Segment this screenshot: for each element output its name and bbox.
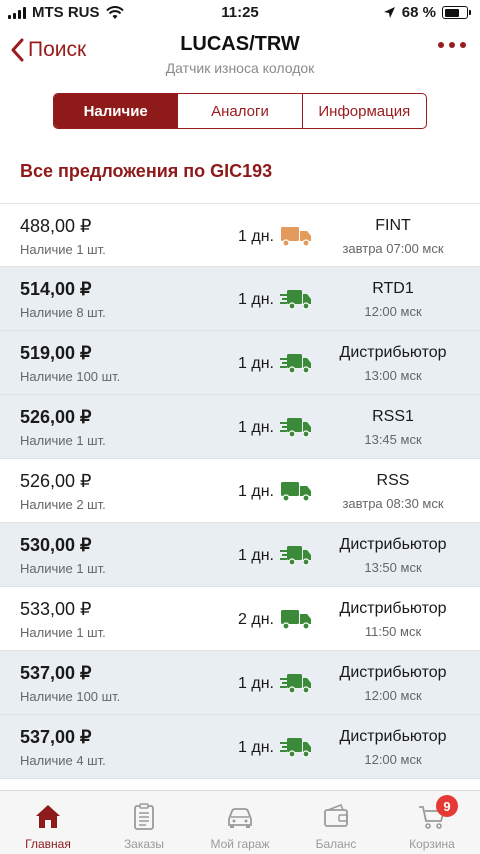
offer-row[interactable]: 488,00 ₽ Наличие 1 шт. 1 дн. FINT завтра 07:… — [0, 203, 480, 267]
supplier-name: Дистрибьютор — [339, 344, 447, 361]
delivery-days: 1 дн. — [238, 291, 274, 308]
navigation-bar: Поиск LUCAS/TRW Датчик износа колодок — [0, 28, 480, 84]
battery-percent: 68 % — [401, 4, 436, 21]
clipboard-icon — [134, 803, 154, 830]
supplier-name: RTD1 — [372, 280, 414, 297]
fast-truck-green-icon — [280, 543, 312, 567]
status-right: 68 % — [383, 4, 471, 21]
page-subtitle: Датчик износа колодок — [165, 60, 315, 76]
home-icon — [36, 805, 60, 828]
ship-time: 11:50 мск — [364, 624, 422, 639]
tabbar-balance-label: Баланс — [315, 837, 357, 851]
ship-time: 12:00 мск — [364, 752, 422, 767]
delivery-days: 1 дн. — [238, 675, 274, 692]
truck-green-icon — [280, 479, 312, 503]
truck-orange-icon — [280, 224, 312, 248]
supplier-name: RSS — [376, 472, 410, 489]
tab-bar: Главная Заказы Мой гараж Баланс Корзина … — [0, 790, 480, 854]
tabbar-cart-label: Корзина — [409, 837, 455, 851]
fast-truck-green-icon — [280, 287, 312, 311]
offer-stock: Наличие 2 шт. — [20, 497, 106, 512]
delivery-days: 1 дн. — [238, 483, 274, 500]
more-menu-icon[interactable] — [438, 42, 466, 48]
tabbar-garage-label: Мой гараж — [210, 837, 270, 851]
offer-stock: Наличие 1 шт. — [20, 561, 106, 576]
offer-stock: Наличие 1 шт. — [20, 242, 106, 257]
fast-truck-green-icon — [280, 671, 312, 695]
offer-row[interactable]: 537,00 ₽ Наличие 4 шт. 1 дн. Дистрибьютор 12… — [0, 715, 480, 779]
supplier-name: FINT — [375, 217, 411, 234]
offer-stock: Наличие 100 шт. — [20, 369, 121, 384]
offer-stock: Наличие 1 шт. — [20, 433, 106, 448]
ship-time: завтра 07:00 мск — [342, 241, 444, 256]
cart-count-badge: 9 — [436, 795, 458, 817]
tabbar-home-label: Главная — [25, 837, 71, 851]
tabbar-orders[interactable]: Заказы — [96, 791, 192, 854]
car-icon — [228, 808, 252, 828]
section-title: Все предложения по GIC193 — [20, 161, 273, 181]
ship-time: завтра 08:30 мск — [342, 496, 444, 511]
fast-truck-green-icon — [280, 415, 312, 439]
supplier-name: RSS1 — [372, 408, 414, 425]
status-bar: MTS RUS 11:25 68 % — [0, 0, 480, 26]
supplier-name: Дистрибьютор — [339, 728, 447, 745]
offer-price: 488,00 ₽ — [20, 216, 92, 236]
offer-stock: Наличие 1 шт. — [20, 625, 106, 640]
offer-stock: Наличие 4 шт. — [20, 753, 106, 768]
location-arrow-icon — [383, 7, 395, 18]
offer-row[interactable]: 537,00 ₽ Наличие 100 шт. 1 дн. Дистрибьютор… — [0, 651, 480, 715]
delivery-days: 1 дн. — [238, 419, 274, 436]
tabbar-home[interactable]: Главная — [0, 791, 96, 854]
ship-time: 13:45 мск — [364, 432, 422, 447]
supplier-name: Дистрибьютор — [339, 536, 447, 553]
page-title: LUCAS/TRW — [180, 33, 300, 55]
delivery-days: 1 дн. — [238, 355, 274, 372]
tabbar-garage[interactable]: Мой гараж — [192, 791, 288, 854]
supplier-name: Дистрибьютор — [339, 664, 447, 681]
truck-green-icon — [280, 607, 312, 631]
tabbar-cart[interactable]: Корзина 9 — [384, 791, 480, 854]
offer-row[interactable]: 533,00 ₽ Наличие 1 шт. 2 дн. Дистрибьютор 11… — [0, 587, 480, 651]
offer-price: 537,00 ₽ — [20, 663, 92, 683]
fast-truck-green-icon — [280, 351, 312, 375]
offer-stock: Наличие 8 шт. — [20, 305, 106, 320]
offers-list: 488,00 ₽ Наличие 1 шт. 1 дн. FINT завтра 07:… — [0, 203, 480, 779]
offer-price: 530,00 ₽ — [20, 535, 92, 555]
supplier-name: Дистрибьютор — [339, 600, 447, 617]
tabbar-balance[interactable]: Баланс — [288, 791, 384, 854]
tab-information[interactable]: Информация — [301, 94, 426, 128]
offer-price: 514,00 ₽ — [20, 279, 92, 299]
ship-time: 13:50 мск — [364, 560, 422, 575]
offer-price: 537,00 ₽ — [20, 727, 92, 747]
fast-truck-green-icon — [280, 735, 312, 759]
offer-price: 533,00 ₽ — [20, 599, 92, 619]
delivery-days: 1 дн. — [238, 547, 274, 564]
tab-analogs[interactable]: Аналоги — [177, 94, 301, 128]
offer-price: 526,00 ₽ — [20, 471, 92, 491]
ship-time: 13:00 мск — [364, 368, 422, 383]
battery-icon — [442, 6, 471, 19]
offer-price: 519,00 ₽ — [20, 343, 92, 363]
offer-price: 526,00 ₽ — [20, 407, 92, 427]
offer-row[interactable]: 519,00 ₽ Наличие 100 шт. 1 дн. Дистрибьютор… — [0, 331, 480, 395]
segmented-control: Наличие Аналоги Информация — [53, 93, 427, 129]
battery-level — [444, 8, 459, 17]
offer-stock: Наличие 100 шт. — [20, 689, 121, 704]
offer-row[interactable]: 530,00 ₽ Наличие 1 шт. 1 дн. Дистрибьютор 13… — [0, 523, 480, 587]
ship-time: 12:00 мск — [364, 688, 422, 703]
tabbar-orders-label: Заказы — [123, 837, 165, 851]
wallet-icon — [324, 804, 348, 827]
offer-row[interactable]: 526,00 ₽ Наличие 2 шт. 1 дн. RSS завтра 08:3… — [0, 459, 480, 523]
delivery-days: 1 дн. — [238, 739, 274, 756]
offer-row[interactable]: 514,00 ₽ Наличие 8 шт. 1 дн. RTD1 12:00 мск — [0, 267, 480, 331]
offer-row[interactable]: 526,00 ₽ Наличие 1 шт. 1 дн. RSS1 13:45 мск — [0, 395, 480, 459]
delivery-days: 1 дн. — [238, 228, 274, 245]
tab-availability[interactable]: Наличие — [54, 94, 178, 128]
delivery-days: 2 дн. — [238, 611, 274, 628]
ship-time: 12:00 мск — [364, 304, 422, 319]
